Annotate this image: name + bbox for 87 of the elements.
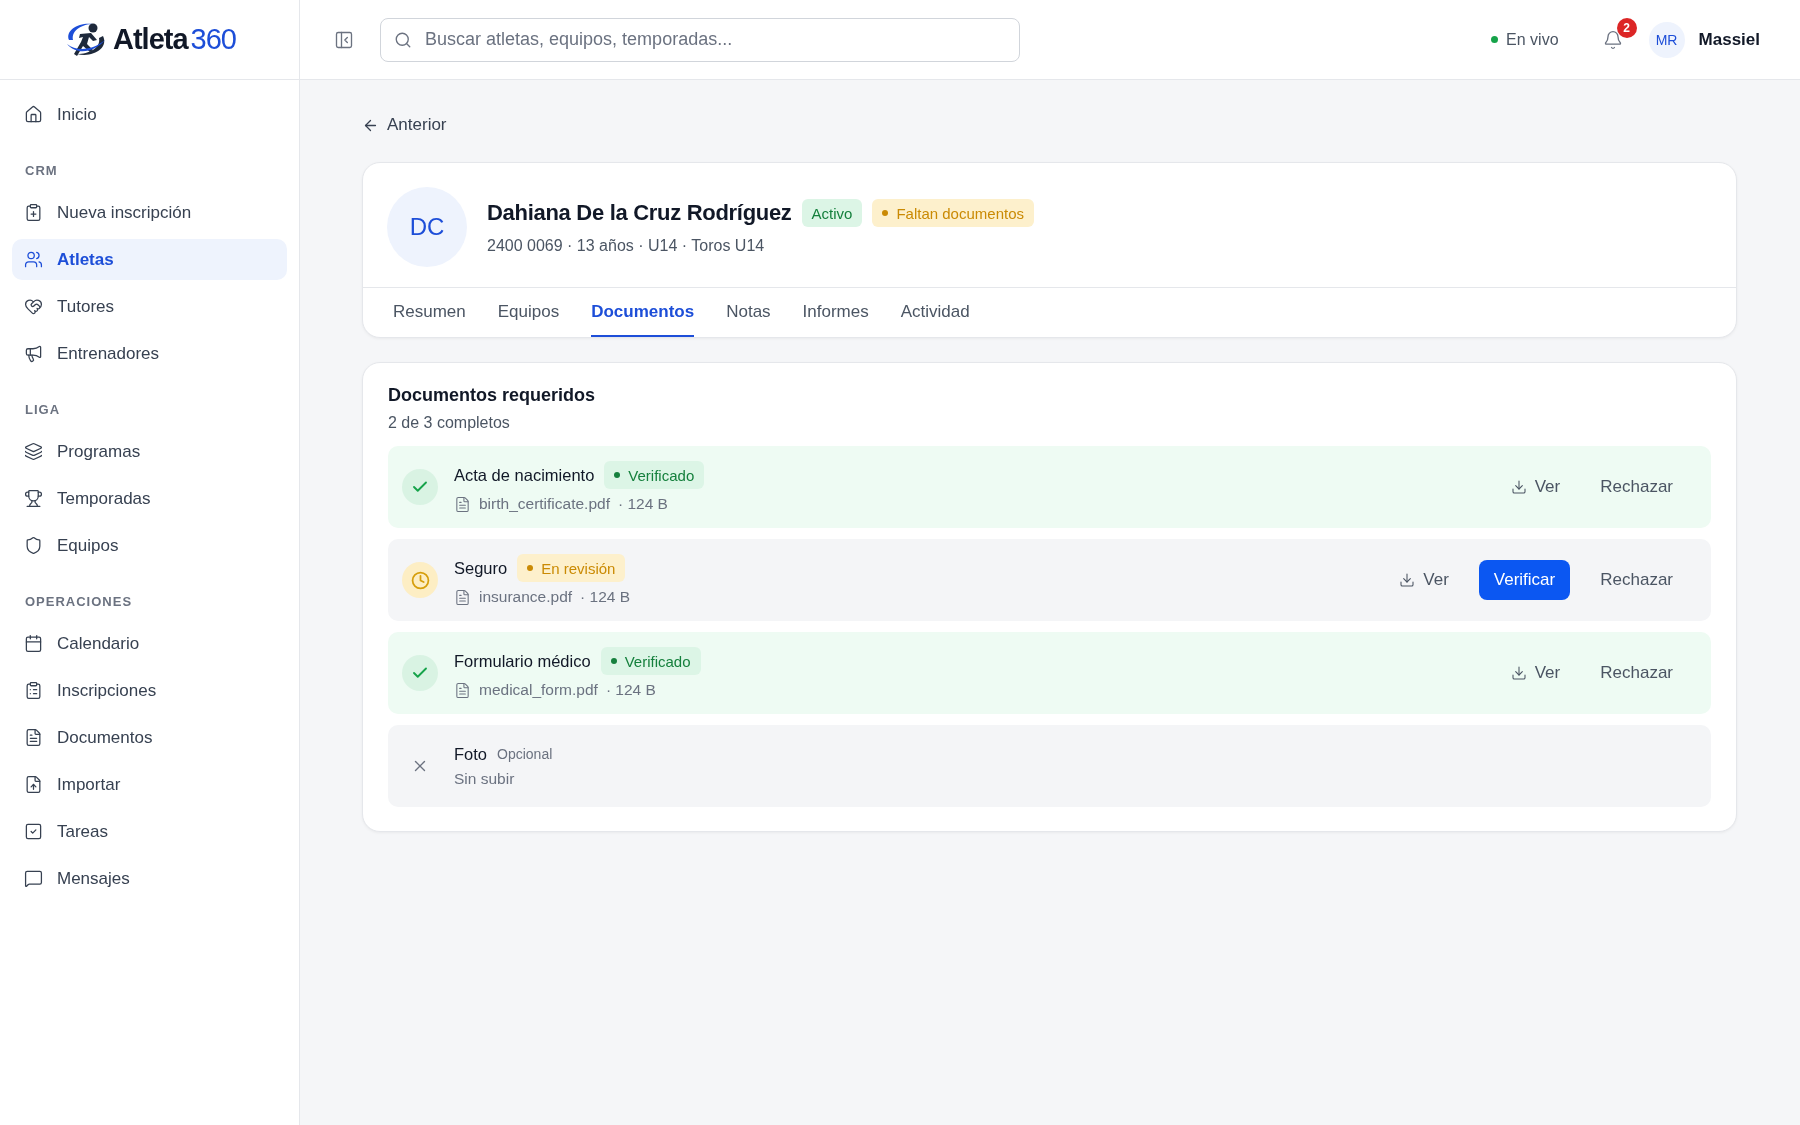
- verify-button[interactable]: Verificar: [1478, 560, 1571, 600]
- panel-icon: [334, 29, 354, 50]
- sidebar-item[interactable]: Inscripciones: [12, 670, 287, 711]
- badge-dot: [527, 565, 534, 571]
- status-badge: Verificado: [604, 461, 705, 489]
- reject-button[interactable]: Rechazar: [1590, 560, 1683, 600]
- athlete-name: Dahiana De la Cruz Rodríguez: [487, 200, 792, 226]
- download-icon: [1510, 479, 1527, 495]
- reject-button[interactable]: Rechazar: [1590, 467, 1683, 507]
- clipboard-list-icon: [24, 681, 43, 700]
- tab[interactable]: Actividad: [900, 288, 970, 337]
- status-badge: Faltan documentos: [872, 199, 1034, 227]
- download-icon: [1399, 572, 1416, 588]
- user-name: Massiel: [1698, 29, 1760, 50]
- section-subtitle: 2 de 3 completos: [388, 414, 511, 432]
- file-size: · 124 B: [580, 588, 631, 606]
- search-icon: [394, 30, 412, 49]
- clipboard-plus-icon: [24, 203, 43, 222]
- sidebar-section-label: CRM: [24, 162, 59, 180]
- tab[interactable]: Notas: [726, 288, 771, 337]
- badge-dot: [614, 472, 621, 478]
- optional-label: Opcional: [497, 746, 553, 762]
- live-status: En vivo: [1506, 30, 1559, 49]
- sidebar-item[interactable]: Tutores: [12, 286, 287, 327]
- athlete-meta: 2400 0069 · 13 años · U14 · Toros U14: [487, 237, 766, 255]
- sidebar-item[interactable]: Entrenadores: [12, 333, 287, 374]
- file-upload-icon: [24, 775, 43, 794]
- sidebar-item[interactable]: Calendario: [12, 623, 287, 664]
- view-button[interactable]: Ver: [1500, 467, 1571, 507]
- athlete-avatar: DC: [387, 187, 467, 267]
- status-badge: Verificado: [600, 647, 701, 675]
- bell-icon: [1602, 29, 1623, 50]
- file-name: medical_form.pdf: [479, 681, 598, 699]
- status-badge: En revisión: [517, 554, 626, 582]
- sidebar-item[interactable]: Documentos: [12, 717, 287, 758]
- heart-handshake-icon: [24, 297, 43, 316]
- search-field[interactable]: Buscar atletas, equipos, temporadas...: [380, 17, 1020, 62]
- sidebar-item[interactable]: Mensajes: [12, 858, 287, 899]
- sidebar-section-label: OPERACIONES: [24, 593, 134, 611]
- house-icon: [24, 105, 43, 124]
- document-name: Formulario médico: [454, 651, 591, 671]
- view-button[interactable]: Ver: [1389, 560, 1459, 600]
- tab[interactable]: Equipos: [497, 288, 560, 337]
- sidebar-item[interactable]: Equipos: [12, 525, 287, 566]
- document-icon: [454, 681, 471, 699]
- users-icon: [24, 250, 43, 269]
- layers-icon: [24, 442, 43, 461]
- clock-icon: [410, 570, 430, 590]
- trophy-icon: [24, 489, 43, 508]
- view-button[interactable]: Ver: [1500, 653, 1571, 693]
- download-icon: [1510, 665, 1527, 681]
- badge-dot: [882, 210, 889, 216]
- reject-button[interactable]: Rechazar: [1590, 653, 1683, 693]
- document-icon: [454, 495, 471, 513]
- document-name: Foto: [454, 744, 488, 764]
- file-name: birth_certificate.pdf: [479, 495, 610, 513]
- logo-text: Atleta360: [113, 23, 236, 56]
- chat-icon: [24, 869, 43, 888]
- section-title: Documentos requeridos: [388, 385, 597, 406]
- sidebar-item[interactable]: Inicio: [12, 94, 287, 135]
- sidebar-item[interactable]: Atletas: [12, 239, 287, 280]
- sidebar-item[interactable]: Importar: [12, 764, 287, 805]
- file-name: insurance.pdf: [479, 588, 573, 606]
- file-size: · 124 B: [605, 681, 656, 699]
- sidebar-item[interactable]: Temporadas: [12, 478, 287, 519]
- document-name: Acta de nacimiento: [454, 465, 595, 485]
- shield-icon: [24, 536, 43, 555]
- badge-dot: [610, 658, 617, 664]
- user-avatar[interactable]: MR: [1648, 21, 1685, 58]
- sidebar-section-label: LIGA: [24, 401, 62, 419]
- document-name: Seguro: [454, 558, 508, 578]
- sidebar-item[interactable]: Nueva inscripción: [12, 192, 287, 233]
- calendar-icon: [24, 634, 43, 653]
- megaphone-icon: [24, 344, 43, 363]
- checkbox-icon: [24, 822, 43, 841]
- tab[interactable]: Informes: [802, 288, 869, 337]
- tab[interactable]: Resumen: [393, 288, 466, 337]
- document-icon: [24, 728, 43, 747]
- upload-status: Sin subir: [454, 769, 515, 788]
- tab[interactable]: Documentos: [591, 288, 695, 337]
- status-badge: Activo: [801, 199, 863, 227]
- sidebar-item[interactable]: Tareas: [12, 811, 287, 852]
- sidebar-item[interactable]: Programas: [12, 431, 287, 472]
- notification-count: 2: [1616, 17, 1637, 38]
- back-link[interactable]: Anterior: [362, 110, 1737, 140]
- file-size: · 124 B: [617, 495, 668, 513]
- document-icon: [454, 588, 471, 606]
